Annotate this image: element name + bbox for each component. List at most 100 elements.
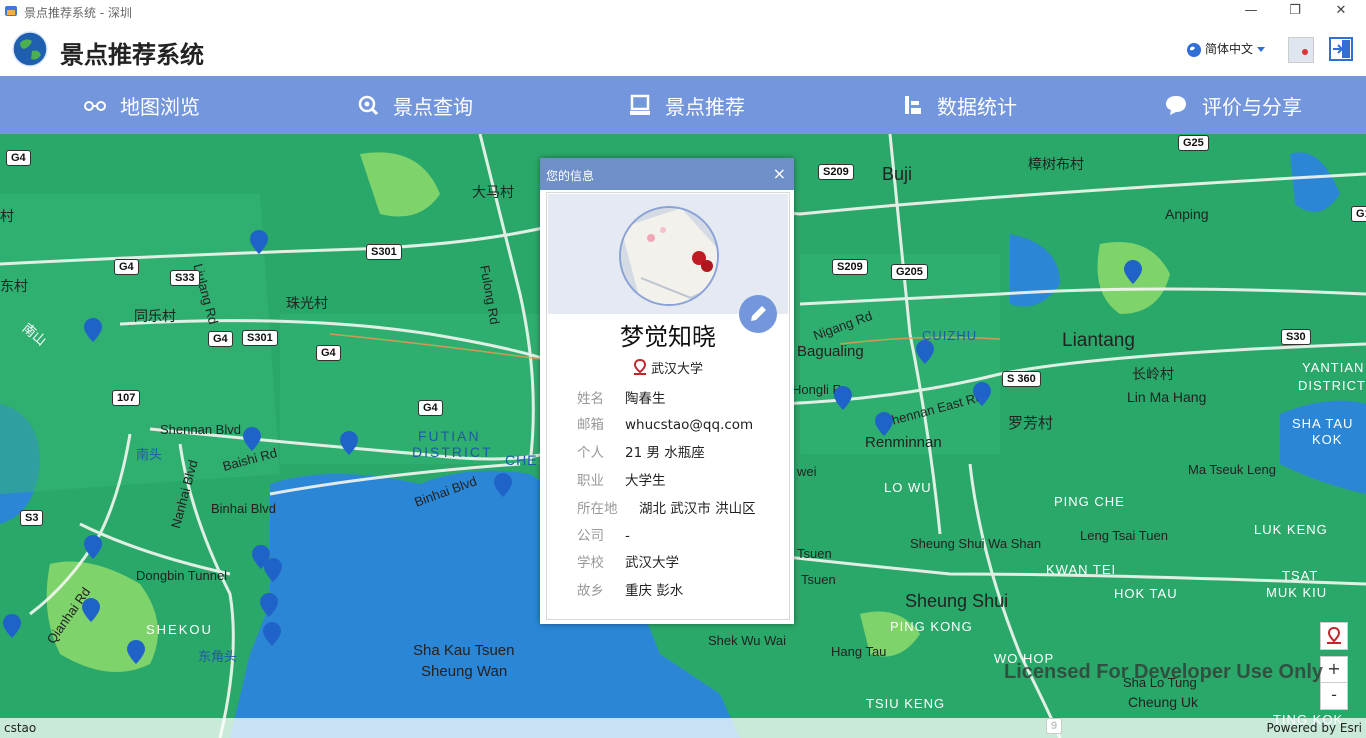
road-shield: G205: [891, 264, 928, 280]
map-label: Tsuen: [801, 572, 836, 587]
nav-item-review-share[interactable]: 评价与分享: [1164, 76, 1302, 134]
map-label: 村: [0, 208, 14, 224]
nav-label: 景点查询: [393, 94, 473, 119]
road-shield: S209: [818, 164, 854, 180]
road-shield: S30: [1281, 329, 1311, 345]
logout-icon[interactable]: [1329, 37, 1353, 61]
attribution-left: cstao: [4, 721, 37, 735]
map-label: 樟树布村: [1028, 156, 1084, 172]
road-shield: S33: [170, 270, 200, 286]
nav-item-map-browse[interactable]: 地图浏览: [84, 76, 200, 134]
map-pin-icon[interactable]: [260, 593, 278, 617]
close-window-button[interactable]: ✕: [1318, 0, 1364, 24]
map-pin-icon[interactable]: [243, 427, 261, 451]
map-label: Sheung Shui Wa Shan: [910, 536, 1042, 551]
user-avatar-button[interactable]: [1288, 37, 1314, 63]
map-label: Renminnan: [865, 434, 942, 451]
road-shield: S3: [20, 510, 44, 526]
window-titlebar: 景点推荐系统 - 深圳 — ❐ ✕: [0, 0, 1366, 24]
map-label: TSAT: [1282, 568, 1319, 583]
info-row-company: 公司 -: [577, 524, 630, 544]
info-row-personal: 个人 21 男 水瓶座: [577, 441, 705, 461]
road-shield: G4: [208, 331, 233, 347]
map-label: PING CHE: [1054, 494, 1125, 509]
maximize-button[interactable]: ❐: [1272, 0, 1318, 24]
info-row-occupation: 职业 大学生: [577, 469, 666, 489]
map-pin-icon[interactable]: [127, 640, 145, 664]
map-label: Sha Kau Tsuen: [413, 642, 515, 659]
map-label: Hang Tau: [831, 644, 887, 659]
map-label: Buji: [882, 164, 913, 184]
map-pin-icon[interactable]: [264, 558, 282, 582]
nav-label: 数据统计: [937, 94, 1017, 119]
map-label: 同乐村: [134, 308, 176, 324]
map-pin-icon[interactable]: [250, 230, 268, 254]
map-label: 大马村: [472, 184, 514, 200]
zoom-out-button[interactable]: -: [1320, 682, 1348, 710]
talk-icon: [1166, 96, 1186, 115]
map-pin-icon[interactable]: [973, 382, 991, 406]
chevron-down-icon: [1257, 47, 1266, 52]
map-label: Ma Tseuk Leng: [1188, 462, 1276, 477]
road-shield: G1: [1351, 206, 1366, 222]
map-label: Anping: [1165, 206, 1209, 222]
map-label: Bagualing: [797, 343, 864, 360]
map-label: KOK: [1312, 432, 1343, 447]
map-pin-icon[interactable]: [916, 340, 934, 364]
map-pin-icon[interactable]: [3, 614, 21, 638]
road-shield: G4: [418, 400, 443, 416]
map-label: Liantang: [1062, 330, 1135, 351]
map-pin-icon[interactable]: [875, 412, 893, 436]
map-label: SHA TAU: [1292, 416, 1354, 431]
info-key: 邮箱: [577, 417, 604, 433]
map-pin-icon[interactable]: [1124, 260, 1142, 284]
user-info-dialog: 您的信息 × 梦觉知晓 武汉大学 姓名 陶春生 邮箱 whucstao@qq.c…: [540, 158, 794, 624]
map-pin-icon[interactable]: [834, 386, 852, 410]
road-shield: G4: [114, 259, 139, 275]
nav-item-spot-search[interactable]: 景点查询: [357, 76, 473, 134]
profile-photo-image: [621, 208, 717, 304]
app-title: 景点推荐系统: [60, 41, 204, 69]
monitor-icon: [630, 94, 650, 115]
map-label: 东村: [0, 278, 28, 294]
map-attribution-bar: cstao Powered by Esri: [0, 718, 1366, 738]
map-pin-icon[interactable]: [84, 535, 102, 559]
info-value: whucstao@qq.com: [625, 417, 754, 433]
main-nav: 地图浏览 景点查询 景点推荐 数据统计 评价与分享: [0, 76, 1366, 134]
glasses-icon: [84, 101, 106, 111]
map-label: FUTIAN: [418, 428, 481, 444]
map-pin-icon[interactable]: [340, 431, 358, 455]
minimize-button[interactable]: —: [1228, 0, 1274, 24]
locate-button[interactable]: [1320, 622, 1348, 650]
map-label: 珠光村: [286, 295, 328, 311]
map-pin-icon[interactable]: [82, 598, 100, 622]
map-pin-icon[interactable]: [84, 318, 102, 342]
info-key: 公司: [577, 528, 604, 544]
avatar-thumbnail-icon: [1289, 38, 1313, 62]
search-icon: [358, 95, 379, 116]
map-label: Tsuen: [797, 546, 832, 561]
info-value: 陶春生: [625, 391, 666, 407]
map-label: LUK KENG: [1254, 522, 1328, 537]
map-label: wei: [797, 464, 817, 479]
map-label: Sheung Shui: [905, 591, 1009, 611]
map-label: CHE: [505, 452, 538, 468]
nav-item-statistics[interactable]: 数据统计: [903, 76, 1017, 134]
license-watermark: Licensed For Developer Use Only: [1004, 661, 1323, 683]
language-selector[interactable]: 简体中文: [1186, 40, 1266, 58]
road-shield: S 360: [1002, 371, 1041, 387]
map-pin-icon[interactable]: [263, 622, 281, 646]
road-shield: G4: [316, 345, 341, 361]
map-label: Shek Wu Wai: [708, 633, 787, 648]
attribution-esri[interactable]: Powered by Esri: [1267, 721, 1362, 735]
close-icon[interactable]: ×: [773, 164, 786, 183]
road-shield: S301: [242, 330, 278, 346]
nav-item-spot-recommend[interactable]: 景点推荐: [629, 76, 745, 134]
map-label: DISTRICT: [412, 444, 493, 460]
zoom-in-button[interactable]: +: [1320, 656, 1348, 684]
map-label: KWAN TEI: [1046, 562, 1117, 577]
map-pin-icon[interactable]: [494, 473, 512, 497]
dialog-header[interactable]: 您的信息 ×: [540, 158, 794, 190]
map-label: SHEKOU: [146, 622, 213, 637]
map-label: LO WU: [884, 480, 932, 495]
